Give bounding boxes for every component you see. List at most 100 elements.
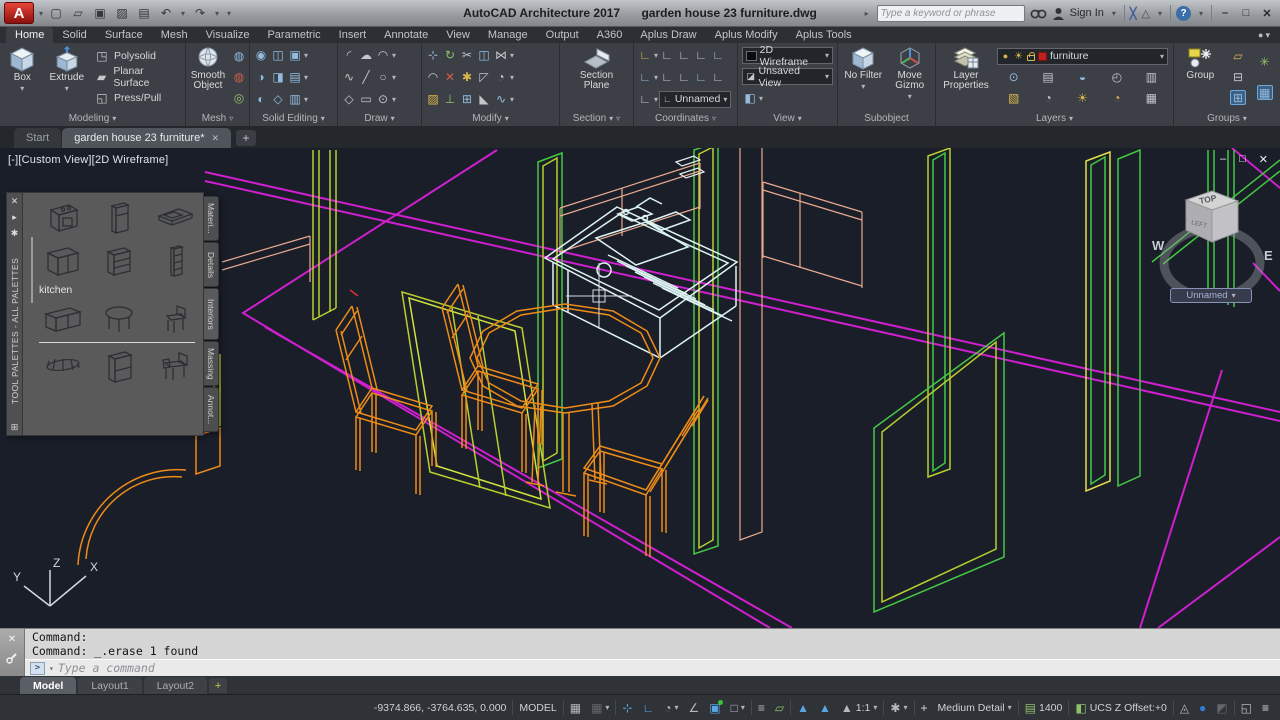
ucs-object-icon[interactable]: ∟ [659, 70, 675, 85]
smooth-less-button[interactable]: ◍ [231, 68, 247, 85]
ribbon-display-toggle[interactable]: ●▾ [1258, 27, 1270, 43]
fillet-icon[interactable]: ◠ [425, 70, 441, 85]
mirror-icon[interactable]: ⋈ [493, 48, 509, 63]
spline-icon[interactable]: ∿ [341, 70, 357, 85]
viewcube-ucs-menu[interactable]: Unnamed▾ [1170, 288, 1252, 303]
layer-combo[interactable]: ● ☀ furniture ▾ [997, 48, 1168, 65]
workspace-switching-button[interactable]: ✱▾ [885, 698, 912, 718]
layout-tab-layout1[interactable]: Layout1 [78, 677, 141, 694]
sign-in-person-icon[interactable] [1052, 7, 1065, 20]
palette-autohide-icon[interactable]: ▸ [12, 212, 17, 223]
chair-1[interactable] [336, 306, 436, 495]
viewcube[interactable]: W S E TOP LEFT Unnamed▾ [1150, 170, 1276, 312]
clean-screen-button[interactable]: ◱ [1236, 698, 1257, 718]
level-of-detail-button[interactable]: ▤1400 [1020, 698, 1068, 718]
extrude-button[interactable]: Extrude▾ [44, 45, 90, 109]
subtract-icon[interactable]: ◑ [253, 70, 269, 85]
box-button[interactable]: Box▾ [3, 45, 42, 109]
file-tab-close-icon[interactable]: ✕ [212, 133, 220, 144]
block-wardrobe[interactable] [95, 347, 143, 387]
section-panel-title[interactable]: Section▾▿ [560, 111, 633, 126]
block-arc-2[interactable] [95, 388, 143, 403]
copy-icon[interactable]: ◫ [476, 48, 492, 63]
modeling-panel-title[interactable]: Modeling▾ [0, 111, 185, 126]
move-gizmo-button[interactable]: Move Gizmo▾ [888, 45, 932, 109]
close-icon[interactable]: ✕ [1259, 7, 1275, 20]
layer-make-current-icon[interactable]: ▥ [1143, 69, 1159, 84]
tab-surface[interactable]: Surface [96, 27, 152, 43]
annotation-monitor-button[interactable]: + [916, 698, 933, 718]
group-manager-icon[interactable]: ▦ [1257, 85, 1273, 100]
ucs-origin-icon[interactable]: ∟ [693, 48, 709, 63]
block-drawer-cabinet[interactable] [95, 241, 143, 281]
ucs-previous-icon[interactable]: ∟ [637, 70, 653, 85]
draw-panel-title[interactable]: Draw▾ [338, 111, 421, 126]
modify-panel-title[interactable]: Modify▾ [422, 111, 559, 126]
named-view-combo[interactable]: ◪Unsaved View▾ [742, 68, 833, 85]
palette-tab-details[interactable]: Details [204, 242, 219, 287]
a360-dropdown-icon[interactable]: ▾ [1155, 4, 1165, 23]
solid-editing-panel-title[interactable]: Solid Editing▾ [250, 111, 337, 126]
groups-panel-title[interactable]: Groups▾ [1174, 111, 1280, 126]
layers-panel-title[interactable]: Layers▾ [936, 111, 1173, 126]
polygon-icon[interactable]: ◇ [341, 92, 357, 107]
group-button[interactable]: Group [1179, 45, 1221, 109]
door-swing-arc[interactable] [78, 428, 220, 565]
array-icon[interactable]: ⊞ [459, 92, 475, 107]
app-menu-dropdown-icon[interactable]: ▾ [36, 4, 46, 23]
block-arc-1[interactable] [39, 388, 87, 403]
viewport-minimize-icon[interactable]: – [1220, 153, 1226, 166]
ungroup-icon[interactable]: ⊟ [1230, 69, 1246, 84]
command-input[interactable] [58, 661, 1280, 675]
window-door-frames[interactable] [214, 148, 1280, 612]
autoscale-toggle[interactable]: ▲ [814, 698, 836, 718]
open-file-icon[interactable]: ▱ [68, 4, 88, 23]
layout-tab-layout2[interactable]: Layout2 [144, 677, 207, 694]
block-tall-unit[interactable] [151, 241, 199, 281]
rotate-icon[interactable]: ↻ [442, 48, 458, 63]
redo-icon[interactable]: ↷ [190, 4, 210, 23]
ucs-world-icon[interactable]: ∟ [637, 48, 653, 63]
group-sparkle-icon[interactable]: ✳ [1257, 54, 1273, 69]
model-space-button[interactable]: MODEL [514, 698, 561, 718]
slice-icon[interactable]: ◫ [270, 48, 286, 63]
offset-icon[interactable]: ◔ [493, 70, 509, 85]
new-layout-button[interactable]: + [209, 678, 227, 693]
viewport-restore-icon[interactable]: □ [1239, 153, 1246, 166]
tab-annotate[interactable]: Annotate [375, 27, 437, 43]
help-icon[interactable]: ? [1176, 6, 1191, 21]
object-monitor-button[interactable]: ◬ [1175, 698, 1194, 718]
command-customize-wrench-icon[interactable] [6, 652, 18, 664]
help-dropdown-icon[interactable]: ▾ [1196, 4, 1206, 23]
palette-group-label[interactable]: kitchen [39, 282, 201, 297]
layout-tab-model[interactable]: Model [20, 677, 76, 694]
search-binoculars-icon[interactable] [1030, 7, 1047, 20]
group-edit-icon[interactable]: ▱ [1230, 49, 1246, 64]
union-icon[interactable]: ◉ [253, 48, 269, 63]
grid-toggle[interactable]: ▦ [565, 698, 586, 718]
application-menu-button[interactable]: A [4, 2, 34, 24]
palette-tab-massing[interactable]: Massing [204, 341, 219, 386]
layer-off-icon[interactable]: ⊙ [1006, 69, 1022, 84]
palette-properties-icon[interactable]: ✱ [11, 228, 19, 239]
file-tab-start[interactable]: Start [14, 128, 61, 148]
save-icon[interactable]: ▣ [90, 4, 110, 23]
customization-menu-button[interactable]: ≡ [1257, 698, 1274, 718]
mesh-panel-title[interactable]: Mesh▿ [186, 111, 249, 126]
move-icon[interactable]: ⊹ [425, 48, 441, 63]
scale-icon[interactable]: ◸ [476, 70, 492, 85]
new-file-icon[interactable]: ▢ [46, 4, 66, 23]
erase-icon[interactable]: ✕ [442, 70, 458, 85]
subobject-panel-title[interactable]: Subobject [838, 111, 935, 126]
object-snap-toggle[interactable]: ▣ [704, 698, 725, 718]
ucs-combo[interactable]: ∟Unnamed▾ [659, 91, 731, 108]
redo-dropdown-icon[interactable]: ▾ [212, 4, 222, 23]
isometric-drafting-toggle[interactable]: ∠ [684, 698, 705, 718]
a360-icon[interactable]: △ [1142, 7, 1150, 20]
block-stove[interactable] [39, 198, 87, 238]
tab-a360[interactable]: A360 [588, 27, 632, 43]
tab-home[interactable]: Home [6, 27, 53, 43]
layer-lock-icon[interactable]: ◴ [1109, 69, 1125, 84]
palette-bottom-icon[interactable]: ⊞ [11, 422, 19, 433]
polysolid-button[interactable]: ◳Polysolid [94, 48, 180, 65]
